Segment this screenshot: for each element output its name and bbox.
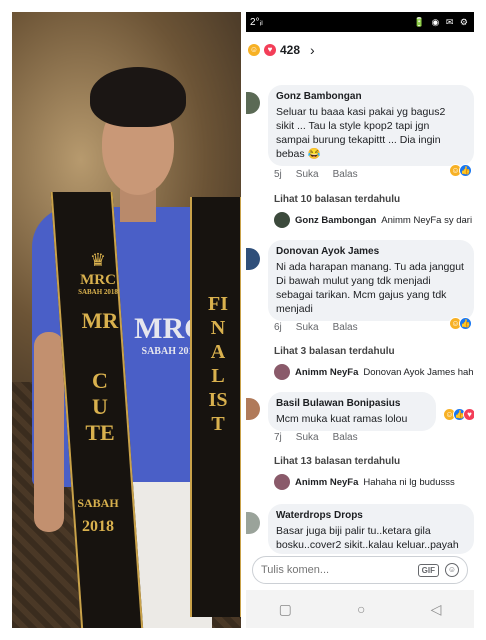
comment-text: Seluar tu baaa kasi pakai yg bagus2 siki… xyxy=(276,106,446,160)
comment-time: 6j xyxy=(274,322,282,333)
reply-author[interactable]: Animm NeyFa xyxy=(295,367,358,378)
comment-actions: 5j Suka Balas xyxy=(274,169,358,180)
avatar[interactable] xyxy=(246,92,260,114)
status-icons: 🔋 ◉ ✉ ⚙ xyxy=(413,16,470,27)
hair xyxy=(90,67,186,127)
crown-icon: ♛ xyxy=(89,250,107,270)
status-left: 2°ᵢₗ xyxy=(250,16,263,28)
left-arm xyxy=(34,332,64,532)
like-reaction-icon: 👍 xyxy=(459,317,472,330)
comment-text: Mcm muka kuat ramas lolou xyxy=(276,413,408,425)
comment-bubble[interactable]: Waterdrops Drops Basar juga biji palir t… xyxy=(268,504,474,554)
reply-button[interactable]: Balas xyxy=(333,432,358,443)
sash-year: 2018 xyxy=(82,518,114,535)
avatar[interactable] xyxy=(274,364,290,380)
sash-mrc: MRC xyxy=(80,272,116,288)
sash-cute: CUTE xyxy=(85,368,115,445)
contestant-photo: MRC SABAH 2018 ♛ MRC SABAH 2018 MR CUTE … xyxy=(12,12,241,628)
android-nav-bar: ▢ ○ ◁ xyxy=(246,590,474,628)
recents-icon[interactable]: ▢ xyxy=(279,601,292,618)
view-more-replies-link[interactable]: Lihat 13 balasan terdahulu xyxy=(274,456,400,467)
reaction-count: 428 xyxy=(280,43,301,57)
view-more-replies-link[interactable]: Lihat 3 balasan terdahulu xyxy=(274,346,395,357)
comment-bubble[interactable]: Basil Bulawan Bonipasius Mcm muka kuat r… xyxy=(268,392,436,431)
chevron-right-icon[interactable]: › xyxy=(310,42,315,58)
view-more-replies-link[interactable]: Lihat 10 balasan terdahulu xyxy=(274,194,400,205)
reply-author[interactable]: Animm NeyFa xyxy=(295,477,358,488)
emoji-button[interactable]: ☺ xyxy=(445,563,459,577)
like-button[interactable]: Suka xyxy=(296,432,319,443)
sash-sabah-bottom: SABAH xyxy=(77,496,119,510)
sash-mr: MR xyxy=(81,308,119,333)
reply-button[interactable]: Balas xyxy=(333,169,358,180)
reply-button[interactable]: Balas xyxy=(333,322,358,333)
comment-composer[interactable]: GIF ☺ xyxy=(252,556,468,584)
reply-author[interactable]: Gonz Bambongan xyxy=(295,215,376,226)
comment-author[interactable]: Basil Bulawan Bonipasius xyxy=(276,397,428,411)
comment-input[interactable] xyxy=(261,564,418,576)
reply-preview[interactable]: Gonz Bambongan Animm NeyFa sy dari xyxy=(274,212,472,228)
avatar[interactable] xyxy=(274,212,290,228)
comment-author[interactable]: Gonz Bambongan xyxy=(276,90,466,104)
comment-time: 7j xyxy=(274,432,282,443)
like-button[interactable]: Suka xyxy=(296,322,319,333)
reactions-header[interactable]: ☺ ♥ 428 › xyxy=(246,32,474,68)
heart-reaction-icon: ♥ xyxy=(463,408,474,421)
avatar[interactable] xyxy=(246,248,260,270)
reply-preview[interactable]: Animm NeyFa Donovan Ayok James hah xyxy=(274,364,474,380)
comment-reactions[interactable]: ☺ 👍 ♥ xyxy=(443,408,474,421)
home-icon[interactable]: ○ xyxy=(357,601,365,617)
heart-reaction-icon: ♥ xyxy=(264,44,276,56)
avatar[interactable] xyxy=(246,398,260,420)
comment-bubble[interactable]: Donovan Ayok James Ni ada harapan manang… xyxy=(268,240,474,321)
reply-text: Donovan Ayok James hah xyxy=(363,366,474,378)
comment-text: Ni ada harapan manang. Tu ada janggut Di… xyxy=(276,261,464,315)
reply-text: Hahaha ni lg budusss xyxy=(363,476,455,488)
back-icon[interactable]: ◁ xyxy=(431,601,442,618)
like-button[interactable]: Suka xyxy=(296,169,319,180)
phone-screen: 2°ᵢₗ 🔋 ◉ ✉ ⚙ ☺ ♥ 428 › Gonz Bambongan Se… xyxy=(246,12,474,628)
like-reaction-icon: 👍 xyxy=(459,164,472,177)
comment-author[interactable]: Waterdrops Drops xyxy=(276,509,466,523)
comment-bubble[interactable]: Gonz Bambongan Seluar tu baaa kasi pakai… xyxy=(268,85,474,166)
gif-button[interactable]: GIF xyxy=(417,563,439,577)
avatar[interactable] xyxy=(246,512,260,534)
avatar[interactable] xyxy=(274,474,290,490)
comment-reactions[interactable]: ☺ 👍 xyxy=(449,164,472,177)
comment-author[interactable]: Donovan Ayok James xyxy=(276,245,466,259)
sash-sabah: SABAH 2018 xyxy=(78,288,118,296)
comment-reactions[interactable]: ☺ 👍 xyxy=(449,317,472,330)
comment-actions: 6j Suka Balas xyxy=(274,322,358,333)
reply-preview[interactable]: Animm NeyFa Hahaha ni lg budusss xyxy=(274,474,455,490)
reply-text: Animm NeyFa sy dari xyxy=(381,214,473,226)
haha-reaction-icon: ☺ xyxy=(248,44,260,56)
status-bar: 2°ᵢₗ 🔋 ◉ ✉ ⚙ xyxy=(246,12,474,32)
sash-finalist: FINALIST xyxy=(208,293,228,435)
comment-actions: 7j Suka Balas xyxy=(274,432,358,443)
comment-time: 5j xyxy=(274,169,282,180)
comment-text: Basar juga biji palir tu..ketara gila bo… xyxy=(276,525,459,551)
